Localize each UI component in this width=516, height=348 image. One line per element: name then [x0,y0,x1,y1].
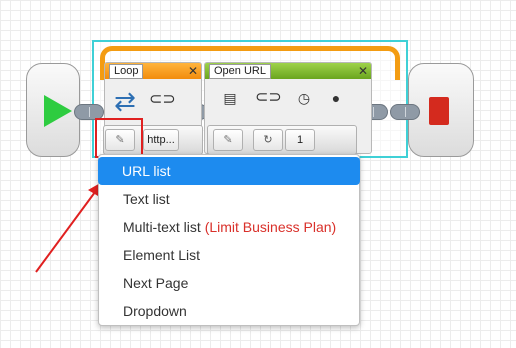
menu-item-multi-text-list[interactable]: Multi-text list (Limit Business Plan) [99,213,359,241]
list-type-dropdown[interactable]: URL list Text list Multi-text list (Limi… [98,154,360,326]
menu-item-next-page[interactable]: Next Page [99,269,359,297]
menu-item-url-list[interactable]: URL list [98,157,360,185]
menu-item-text-list[interactable]: Text list [99,185,359,213]
menu-item-label: Element List [123,247,201,263]
menu-item-label: Next Page [123,275,189,291]
menu-item-label: URL list [122,163,171,179]
menu-item-label: Multi-text list [123,219,201,235]
menu-item-note: (Limit Business Plan) [204,219,337,235]
menu-item-dropdown[interactable]: Dropdown [99,297,359,325]
menu-item-element-list[interactable]: Element List [99,241,359,269]
menu-item-label: Dropdown [123,303,187,319]
menu-item-label: Text list [123,191,170,207]
